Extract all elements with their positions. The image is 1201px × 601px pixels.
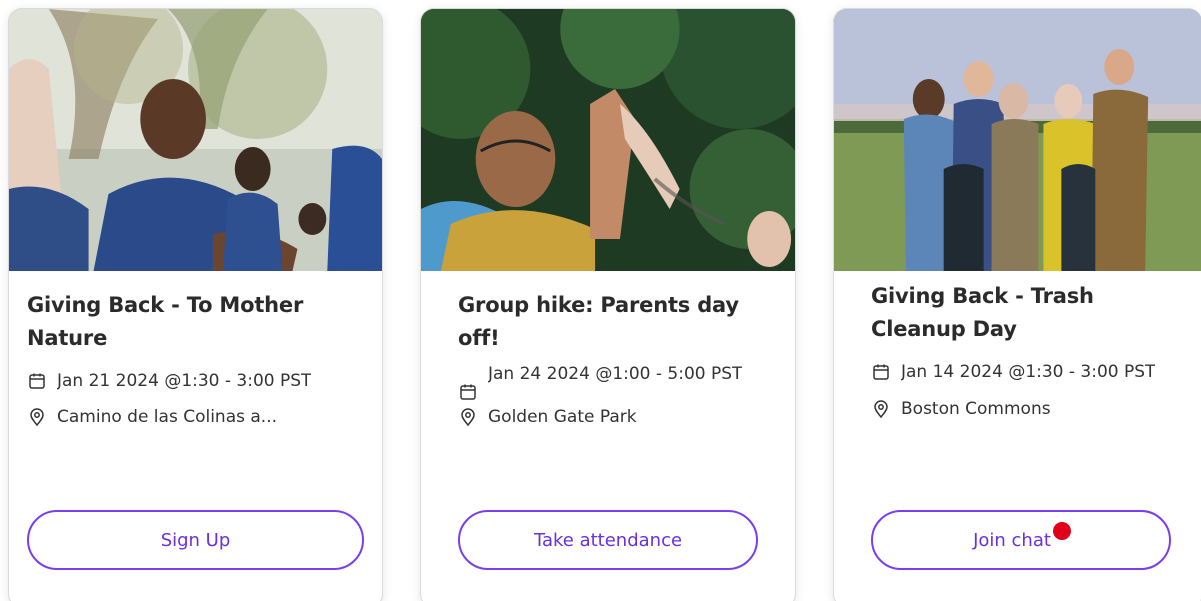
location-pin-icon — [871, 399, 891, 419]
event-date-text: Jan 21 2024 @1:30 - 3:00 PST — [57, 371, 312, 391]
event-location-text: Golden Gate Park — [488, 407, 637, 427]
event-photo — [9, 9, 382, 271]
sign-up-button[interactable]: Sign Up — [27, 510, 364, 570]
event-title: Giving Back - Trash Cleanup Day — [871, 284, 1094, 341]
event-photo — [421, 9, 795, 271]
event-date: Jan 21 2024 @1:30 - 3:00 PST — [27, 371, 311, 391]
event-title: Giving Back - To Mother Nature — [27, 293, 304, 350]
event-date-text: Jan 14 2024 @1:30 - 3:00 PST — [901, 362, 1156, 382]
location-pin-icon — [27, 407, 47, 427]
event-title: Group hike: Parents day off! — [458, 293, 739, 350]
event-date: Jan 14 2024 @1:30 - 3:00 PST — [871, 362, 1155, 382]
calendar-icon — [27, 371, 47, 391]
event-location: Camino de las Colinas a... — [27, 407, 327, 427]
event-card[interactable]: Group hike: Parents day off! Jan 24 2024… — [420, 8, 796, 601]
event-location: Golden Gate Park — [458, 407, 637, 427]
location-pin-icon — [458, 407, 478, 427]
event-card[interactable]: Giving Back - To Mother Nature Jan 21 20… — [8, 8, 383, 601]
calendar-icon — [871, 362, 891, 382]
event-card[interactable]: Giving Back - Trash Cleanup Day Jan 14 2… — [833, 8, 1201, 601]
event-date-text: Jan 24 2024 @1:00 - 5:00 PST — [488, 364, 743, 384]
event-photo — [834, 9, 1201, 271]
event-location-text: Camino de las Colinas a... — [57, 407, 278, 427]
take-attendance-button[interactable]: Take attendance — [458, 510, 758, 570]
event-date: Jan 24 2024 @1:00 - 5:00 PST — [458, 364, 742, 402]
join-chat-label: Join chat — [973, 529, 1051, 551]
join-chat-button[interactable]: Join chat — [871, 510, 1171, 570]
calendar-icon — [458, 382, 478, 402]
event-location: Boston Commons — [871, 399, 1051, 419]
event-location-text: Boston Commons — [901, 399, 1051, 419]
notification-dot — [1052, 522, 1071, 540]
